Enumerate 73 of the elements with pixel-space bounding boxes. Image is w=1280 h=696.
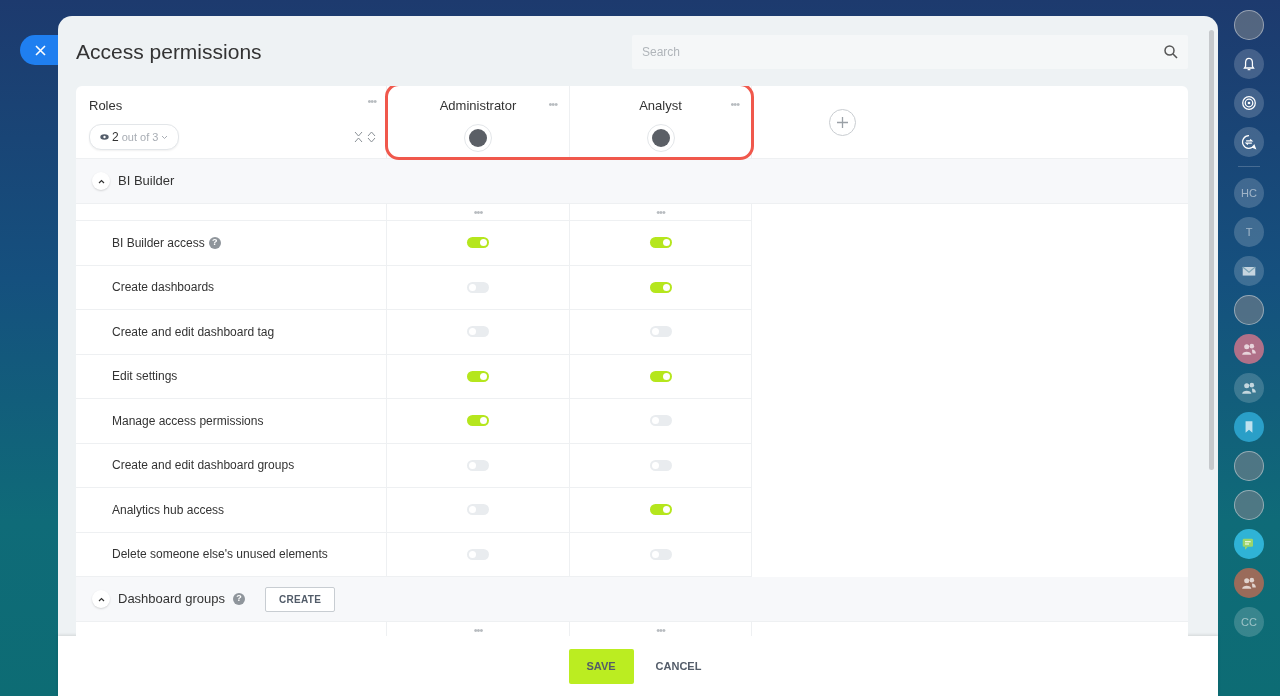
permission-label: Delete someone else's unused elements	[112, 546, 328, 564]
avatar[interactable]	[1234, 451, 1264, 481]
save-button[interactable]: SAVE	[568, 648, 634, 684]
permission-label: Create and edit dashboard tag	[112, 323, 275, 341]
toggle-switch[interactable]	[649, 370, 672, 382]
permission-label: Create and edit dashboard groups	[112, 457, 295, 475]
bell-icon	[1241, 56, 1257, 72]
help-icon[interactable]: ?	[208, 236, 221, 249]
collapse-toggle[interactable]	[92, 590, 110, 608]
avatar[interactable]	[1234, 295, 1264, 325]
search-field[interactable]: Search	[632, 35, 1188, 69]
help-icon[interactable]: ?	[232, 593, 245, 605]
chat-button[interactable]	[1234, 529, 1264, 559]
toggle-switch[interactable]	[649, 237, 672, 249]
create-button[interactable]: CREATE	[264, 586, 336, 612]
chat-avatar[interactable]: CC	[1234, 607, 1264, 637]
close-icon	[34, 44, 46, 56]
chat-avatar[interactable]: HC	[1234, 178, 1264, 208]
chevron-up-icon	[97, 178, 105, 184]
people-icon	[1241, 380, 1257, 396]
people-button[interactable]	[1234, 568, 1264, 598]
role-name: Analyst	[639, 97, 682, 115]
avatar[interactable]	[1234, 10, 1264, 40]
more-button[interactable]: •••	[730, 99, 739, 110]
avatar[interactable]	[1234, 490, 1264, 520]
toggle-switch[interactable]	[649, 281, 672, 293]
add-role-button[interactable]	[829, 108, 856, 136]
section-title: Dashboard groups	[118, 590, 225, 609]
close-button[interactable]	[20, 35, 60, 65]
toggle-switch[interactable]	[467, 415, 489, 427]
toggle-switch[interactable]	[649, 504, 672, 516]
bookmark-button[interactable]	[1234, 412, 1264, 442]
section-title: BI Builder	[118, 172, 175, 191]
people-icon	[1241, 341, 1257, 357]
permission-label: Edit settings	[112, 368, 178, 386]
bell-button[interactable]	[1234, 49, 1264, 79]
permission-label: Manage access permissions	[112, 412, 264, 430]
target-button[interactable]	[1234, 88, 1264, 118]
toggle-switch[interactable]	[467, 370, 489, 382]
more-button[interactable]: •••	[367, 96, 376, 116]
role-filter[interactable]: 2 out of 3	[89, 124, 180, 150]
more-button[interactable]: •••	[548, 99, 557, 110]
plus-icon	[837, 116, 848, 128]
permission-label: BI Builder access	[112, 234, 205, 252]
people-icon	[1241, 575, 1257, 591]
chat-icon	[1241, 134, 1257, 150]
more-button[interactable]: •••	[473, 206, 483, 218]
chevron-down-icon	[161, 134, 169, 140]
people-button[interactable]	[1234, 373, 1264, 403]
column-title: Roles	[89, 97, 123, 115]
more-button[interactable]: •••	[656, 624, 665, 636]
more-button[interactable]: •••	[473, 624, 483, 636]
role-name: Administrator	[439, 97, 517, 115]
page-title: Access permissions	[76, 39, 262, 65]
permission-label: Analytics hub access	[112, 501, 225, 519]
collapse-toggle[interactable]	[92, 172, 110, 190]
more-button[interactable]: •••	[656, 206, 665, 218]
people-button[interactable]	[1234, 334, 1264, 364]
mail-button[interactable]	[1234, 256, 1264, 286]
eye-icon	[100, 134, 109, 140]
filter-total: out of 3	[121, 129, 159, 145]
chat-avatar[interactable]: T	[1234, 217, 1264, 247]
toggle-switch[interactable]	[467, 237, 489, 249]
chevron-up-icon	[97, 596, 105, 602]
target-icon	[1241, 95, 1257, 111]
chat-button[interactable]	[1234, 127, 1264, 157]
cancel-button[interactable]: CANCEL	[649, 656, 708, 676]
scrollbar[interactable]	[1209, 30, 1214, 470]
collapse-icon[interactable]	[354, 131, 363, 143]
filter-count: 2	[112, 129, 119, 146]
expand-icon[interactable]	[367, 131, 376, 143]
permission-label: Create dashboards	[112, 279, 215, 297]
search-icon	[1164, 45, 1178, 59]
